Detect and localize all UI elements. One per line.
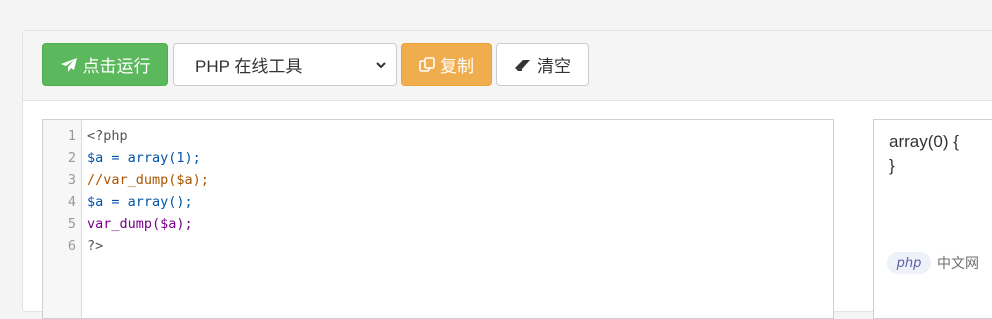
- code-line: <?php: [87, 128, 128, 144]
- line-number: 5: [67, 216, 76, 232]
- clear-button[interactable]: 清空: [496, 43, 589, 86]
- code-line: var_dump($a);: [87, 216, 193, 232]
- tool-select-value: PHP 在线工具: [195, 57, 303, 76]
- copy-icon: [419, 56, 435, 72]
- output-panel: array(0) { }: [873, 119, 992, 319]
- line-number: 3: [67, 172, 76, 188]
- code-line: //var_dump($a);: [87, 172, 209, 188]
- toolbar: 点击运行 PHP 在线工具 复制 清空: [23, 31, 992, 101]
- chevron-down-icon: [376, 62, 386, 69]
- copy-button-label: 复制: [440, 57, 474, 76]
- run-button[interactable]: 点击运行: [42, 43, 168, 86]
- tool-select[interactable]: PHP 在线工具: [173, 43, 397, 86]
- code-line: $a = array();: [87, 194, 193, 210]
- line-number: 4: [67, 194, 76, 210]
- line-number: 2: [67, 150, 76, 166]
- clear-button-label: 清空: [537, 57, 571, 76]
- eraser-icon: [515, 59, 530, 71]
- watermark: php 中文网: [887, 252, 979, 274]
- output-line: }: [889, 156, 895, 175]
- line-number: 6: [67, 238, 76, 254]
- tool-panel: 点击运行 PHP 在线工具 复制 清空 1 2 3 4 5 6 <?php $a…: [22, 30, 992, 319]
- php-logo: php: [887, 252, 931, 274]
- copy-button[interactable]: 复制: [401, 43, 492, 86]
- code-line: ?>: [87, 238, 104, 254]
- line-number-gutter: 1 2 3 4 5 6: [43, 120, 82, 318]
- code-editor[interactable]: 1 2 3 4 5 6 <?php $a = array(1); //var_d…: [42, 119, 834, 319]
- run-button-label: 点击运行: [82, 57, 151, 76]
- code-line: $a = array(1);: [87, 150, 201, 166]
- paper-plane-icon: [60, 57, 77, 72]
- line-number: 1: [67, 128, 76, 144]
- watermark-text: 中文网: [937, 255, 979, 271]
- output-line: array(0) {: [889, 132, 959, 151]
